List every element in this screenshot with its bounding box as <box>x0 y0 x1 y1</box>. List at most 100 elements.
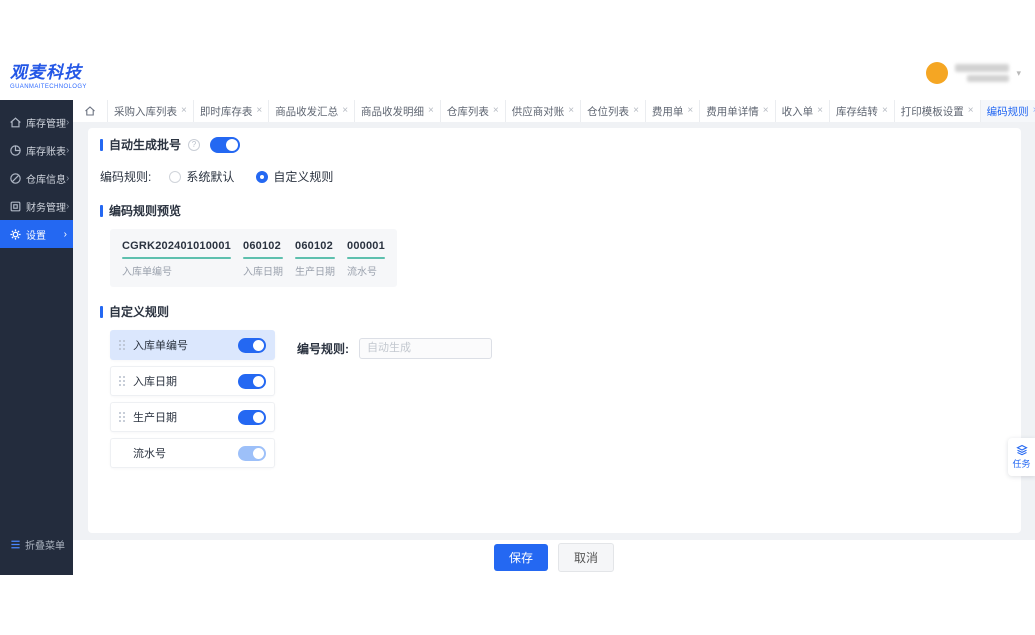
tab-close-icon[interactable]: × <box>428 106 434 116</box>
tab[interactable]: 供应商对账 × <box>504 100 580 122</box>
auto-batch-toggle[interactable] <box>210 136 241 153</box>
tab[interactable]: 打印模板设置 × <box>893 100 980 122</box>
preview-segment: 060102 生产日期 <box>295 240 335 278</box>
rule-row[interactable]: 入库日期 <box>110 366 275 396</box>
task-button-label: 任务 <box>1012 459 1031 469</box>
drag-handle-icon[interactable] <box>119 339 126 351</box>
brand-logo-text: 观麦科技 <box>10 63 82 82</box>
footer-bar: 保存 取消 <box>73 540 1035 575</box>
chevron-right-icon: › <box>66 144 70 156</box>
preview-section-title: 编码规则预览 <box>100 202 1009 219</box>
tab-bar: 采购入库列表 × 即时库存表 × 商品收发汇总 × 商品收发明细 × 仓库列表 … <box>73 100 1035 122</box>
preview-segment: 000001 流水号 <box>347 240 385 278</box>
collapse-menu-icon <box>10 539 21 550</box>
rule-toggle[interactable] <box>238 373 266 389</box>
tab[interactable]: 收入单 × <box>774 100 829 122</box>
rule-toggle[interactable] <box>238 445 266 461</box>
chevron-right-icon: › <box>66 200 70 212</box>
preview-segment: 060102 入库日期 <box>243 240 283 278</box>
sidebar-item-inventory-ledger[interactable]: 库存账表 › <box>0 136 73 164</box>
number-rule-label: 编号规则: <box>297 341 349 356</box>
pie-chart-icon <box>9 144 22 157</box>
sidebar-menu: 库存管理 › 库存账表 › 仓库信息 › 财务管理 › 设置 › <box>0 100 73 248</box>
cancel-button[interactable]: 取消 <box>558 543 615 572</box>
avatar[interactable] <box>926 62 949 84</box>
app-window: 观麦科技 GUANMAITECHNOLOGY ▾ 库存管理 › 库存账表 › 仓… <box>0 0 1035 635</box>
rule-list: 入库单编号 入库日期 生产日期 流水号 <box>110 330 275 474</box>
sidebar-item-settings[interactable]: 设置 › <box>0 220 73 248</box>
radio-icon <box>256 170 269 183</box>
number-rule-row: 编号规则: <box>297 336 492 360</box>
save-button[interactable]: 保存 <box>493 544 548 571</box>
tab[interactable]: 费用单 × <box>644 100 699 122</box>
drag-handle-icon[interactable] <box>119 411 126 423</box>
tab-close-icon[interactable]: × <box>763 106 769 116</box>
auto-batch-label: 自动生成批号 <box>109 138 182 152</box>
brand-logo: 观麦科技 GUANMAITECHNOLOGY <box>10 58 100 90</box>
layers-icon <box>1015 444 1028 456</box>
tab-close-icon[interactable]: × <box>882 106 888 116</box>
content-panel: 自动生成批号 ? 编码规则: 系统默认 自定义规则 编码规则预览 CGRK202… <box>88 128 1021 533</box>
tab[interactable]: 库存结转 × <box>828 100 894 122</box>
sidebar-item-warehouse-info[interactable]: 仓库信息 › <box>0 164 73 192</box>
tab-close-icon[interactable]: × <box>181 106 187 116</box>
tab[interactable]: 采购入库列表 × <box>107 100 193 122</box>
tab-close-icon[interactable]: × <box>633 106 639 116</box>
home-tab-icon <box>85 106 95 116</box>
segment-underline <box>347 257 385 259</box>
gear-icon <box>9 228 22 241</box>
tab-close-icon[interactable]: × <box>568 106 574 116</box>
coding-rule-row: 编码规则: 系统默认 自定义规则 <box>100 168 1009 185</box>
ledger-icon <box>9 200 22 213</box>
collapse-menu-button[interactable]: 折叠菜单 <box>0 537 73 552</box>
segment-underline <box>295 257 335 259</box>
chevron-down-icon: ▾ <box>1016 67 1021 78</box>
tab[interactable]: 编码规则 × <box>979 100 1035 122</box>
tab-close-icon[interactable]: × <box>687 106 693 116</box>
tab-close-icon[interactable]: × <box>968 106 974 116</box>
radio-icon <box>169 170 182 183</box>
tab-close-icon[interactable]: × <box>493 106 499 116</box>
chevron-right-icon: › <box>63 228 67 240</box>
tab[interactable]: 即时库存表 × <box>192 100 268 122</box>
user-account[interactable]: ▾ <box>926 62 1021 84</box>
brand-logo-subtext: GUANMAITECHNOLOGY <box>10 84 87 90</box>
tab-close-icon[interactable]: × <box>256 106 262 116</box>
content-area: 自动生成批号 ? 编码规则: 系统默认 自定义规则 编码规则预览 CGRK202… <box>73 122 1035 575</box>
warehouse-icon <box>9 172 22 185</box>
tab[interactable]: 仓位列表 × <box>580 100 645 122</box>
tab-close-icon[interactable]: × <box>342 106 348 116</box>
sidebar-item-finance-management[interactable]: 财务管理 › <box>0 192 73 220</box>
coding-rule-preview-card: CGRK202401010001 入库单编号 060102 入库日期 06010… <box>110 229 397 287</box>
rule-toggle[interactable] <box>238 337 266 353</box>
tab-close-icon[interactable]: × <box>817 106 823 116</box>
number-rule-input[interactable] <box>359 337 492 359</box>
rule-row[interactable]: 生产日期 <box>110 402 275 432</box>
tab[interactable]: 费用单详情 × <box>699 100 774 122</box>
sidebar-item-inventory-management[interactable]: 库存管理 › <box>0 108 73 136</box>
tab[interactable]: 商品收发汇总 × <box>268 100 354 122</box>
sidebar: 库存管理 › 库存账表 › 仓库信息 › 财务管理 › 设置 › 折叠菜单 <box>0 100 73 575</box>
tab[interactable]: 仓库列表 × <box>439 100 505 122</box>
chevron-right-icon: › <box>66 172 70 184</box>
user-name-redacted <box>955 64 1010 82</box>
rule-row[interactable]: 流水号 <box>110 438 275 468</box>
coding-rule-label: 编码规则: <box>100 170 152 184</box>
home-tab[interactable] <box>73 100 107 122</box>
coding-rule-radio-group: 系统默认 自定义规则 <box>169 168 333 185</box>
custom-section-title: 自定义规则 <box>100 303 1009 320</box>
segment-underline <box>122 257 231 259</box>
rule-row[interactable]: 入库单编号 <box>110 330 275 360</box>
collapse-menu-label: 折叠菜单 <box>25 541 65 552</box>
auto-batch-row: 自动生成批号 ? <box>100 136 1009 153</box>
radio-option[interactable]: 自定义规则 <box>256 168 333 185</box>
preview-segment: CGRK202401010001 入库单编号 <box>122 240 231 278</box>
help-icon[interactable]: ? <box>188 138 201 151</box>
custom-rules-area: 入库单编号 入库日期 生产日期 流水号 编号规则: 自动生成 <box>110 330 1009 474</box>
rule-toggle[interactable] <box>238 409 266 425</box>
task-button[interactable]: 任务 <box>1008 438 1035 476</box>
radio-option[interactable]: 系统默认 <box>169 168 234 185</box>
tab[interactable]: 商品收发明细 × <box>354 100 440 122</box>
drag-handle-icon[interactable] <box>119 375 126 387</box>
chevron-right-icon: › <box>66 116 70 128</box>
